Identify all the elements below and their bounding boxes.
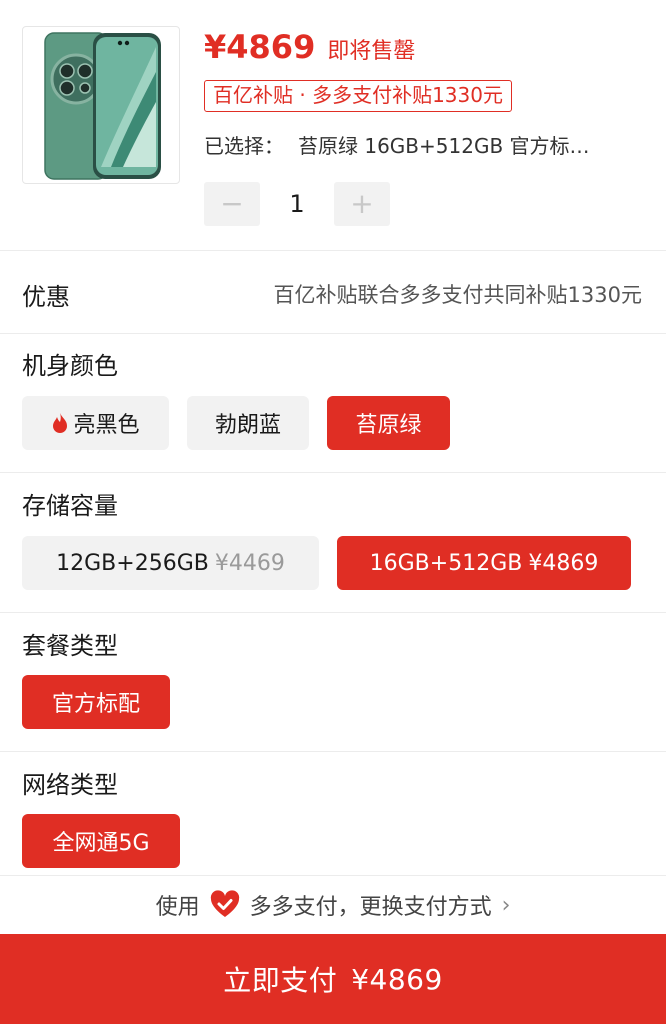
network-option-5g[interactable]: 全网通5G xyxy=(22,814,180,868)
storage-option-price: ¥4869 xyxy=(528,550,599,576)
storage-option-512[interactable]: 16GB+512GB ¥4869 xyxy=(337,536,631,590)
color-option-blue[interactable]: 勃朗蓝 xyxy=(187,396,309,450)
divider xyxy=(0,751,666,752)
payment-method-row[interactable]: 使用 多多支付，更换支付方式 › xyxy=(0,876,666,934)
selected-value: 苔原绿 16GB+512GB 官方标… xyxy=(298,134,590,158)
color-option-green[interactable]: 苔原绿 xyxy=(327,396,450,450)
divider xyxy=(0,612,666,613)
payment-method-text: 多多支付，更换支付方式 xyxy=(249,895,492,920)
discount-value: 百亿补贴联合多多支付共同补贴1330元 xyxy=(273,283,642,307)
divider xyxy=(0,472,666,473)
network-option-label: 全网通5G xyxy=(52,831,150,856)
minus-icon: − xyxy=(220,187,244,220)
color-option-black[interactable]: 亮黑色 xyxy=(22,396,169,450)
product-summary: ¥4869 即将售罄 百亿补贴 · 多多支付补贴1330元 已选择： 苔原绿 16… xyxy=(0,0,666,250)
product-price: ¥4869 xyxy=(204,28,316,66)
pay-button-label: 立即支付 xyxy=(223,964,338,997)
selected-label: 已选择： xyxy=(204,134,284,158)
quantity-stepper: − 1 + xyxy=(204,182,390,226)
color-section-title: 机身颜色 xyxy=(22,352,118,380)
package-option-label: 官方标配 xyxy=(51,692,140,717)
phone-product-image[interactable] xyxy=(22,26,180,184)
flame-icon xyxy=(53,413,68,433)
checkout-sheet: ¥4869 即将售罄 百亿补贴 · 多多支付补贴1330元 已选择： 苔原绿 16… xyxy=(0,0,666,1024)
package-option-standard[interactable]: 官方标配 xyxy=(22,675,170,729)
color-option-label: 亮黑色 xyxy=(73,413,140,438)
discount-title: 优惠 xyxy=(22,283,70,311)
storage-section-title: 存储容量 xyxy=(22,492,118,520)
increase-button[interactable]: + xyxy=(334,182,390,226)
price-row: ¥4869 即将售罄 xyxy=(204,28,415,72)
pay-button-amount: ¥4869 xyxy=(351,962,443,996)
network-section-title: 网络类型 xyxy=(22,771,118,799)
payment-prefix: 使用 xyxy=(155,895,200,920)
storage-option-label: 12GB+256GB xyxy=(56,550,209,576)
stock-status: 即将售罄 xyxy=(327,39,416,64)
storage-option-price: ¥4469 xyxy=(214,550,285,576)
decrease-button[interactable]: − xyxy=(204,182,260,226)
plus-icon: + xyxy=(350,187,374,220)
pay-now-button[interactable]: 立即支付 ¥4869 xyxy=(0,934,666,1024)
selected-spec: 已选择： 苔原绿 16GB+512GB 官方标… xyxy=(204,130,650,159)
discount-row[interactable]: 优惠 百亿补贴联合多多支付共同补贴1330元 xyxy=(0,251,666,333)
color-option-label: 勃朗蓝 xyxy=(214,413,281,438)
phone-image-icon xyxy=(44,32,161,180)
quantity-value[interactable]: 1 xyxy=(260,190,334,218)
package-section-title: 套餐类型 xyxy=(22,632,118,660)
subsidy-badge: 百亿补贴 · 多多支付补贴1330元 xyxy=(204,80,512,112)
color-option-label: 苔原绿 xyxy=(355,413,422,438)
divider xyxy=(0,333,666,334)
storage-option-label: 16GB+512GB xyxy=(369,550,523,576)
chevron-right-icon: › xyxy=(501,892,511,918)
heart-check-icon xyxy=(210,890,239,917)
storage-option-256[interactable]: 12GB+256GB ¥4469 xyxy=(22,536,319,590)
